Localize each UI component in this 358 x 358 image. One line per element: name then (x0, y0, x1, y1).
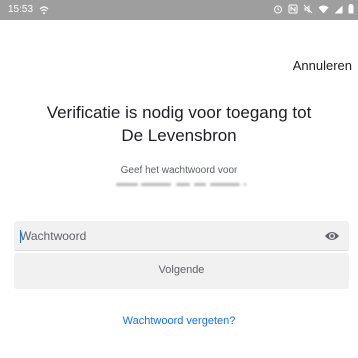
next-button-label: Volgende (158, 264, 205, 276)
title-line-2: De Levensbron (121, 126, 237, 145)
next-button[interactable]: Volgende (14, 253, 349, 289)
eye-icon[interactable] (324, 229, 340, 243)
password-field[interactable] (14, 221, 349, 251)
password-input[interactable] (20, 221, 310, 251)
status-right (273, 4, 354, 14)
forgot-password-link[interactable]: Wachtwoord vergeten? (20, 315, 338, 327)
text-caret (20, 230, 21, 243)
status-time: 15:53 (8, 4, 34, 15)
cancel-button[interactable]: Annuleren (293, 58, 352, 73)
signal-icon (334, 5, 343, 14)
wifi-calling-icon (39, 5, 49, 15)
alarm-icon (273, 4, 283, 14)
title-line-1: Verificatie is nodig voor toegang tot (46, 103, 312, 122)
blurred-account-name (116, 182, 246, 188)
status-left: 15:53 (8, 4, 49, 16)
subtitle: Geef het wachtwoord voor (120, 165, 238, 176)
nfc-icon (288, 4, 298, 14)
page-title: Verificatie is nodig voor toegang tot De… (20, 101, 338, 147)
wifi-icon (318, 5, 329, 14)
mute-icon (303, 4, 313, 14)
battery-icon (348, 4, 354, 14)
status-bar: 15:53 (0, 0, 358, 20)
